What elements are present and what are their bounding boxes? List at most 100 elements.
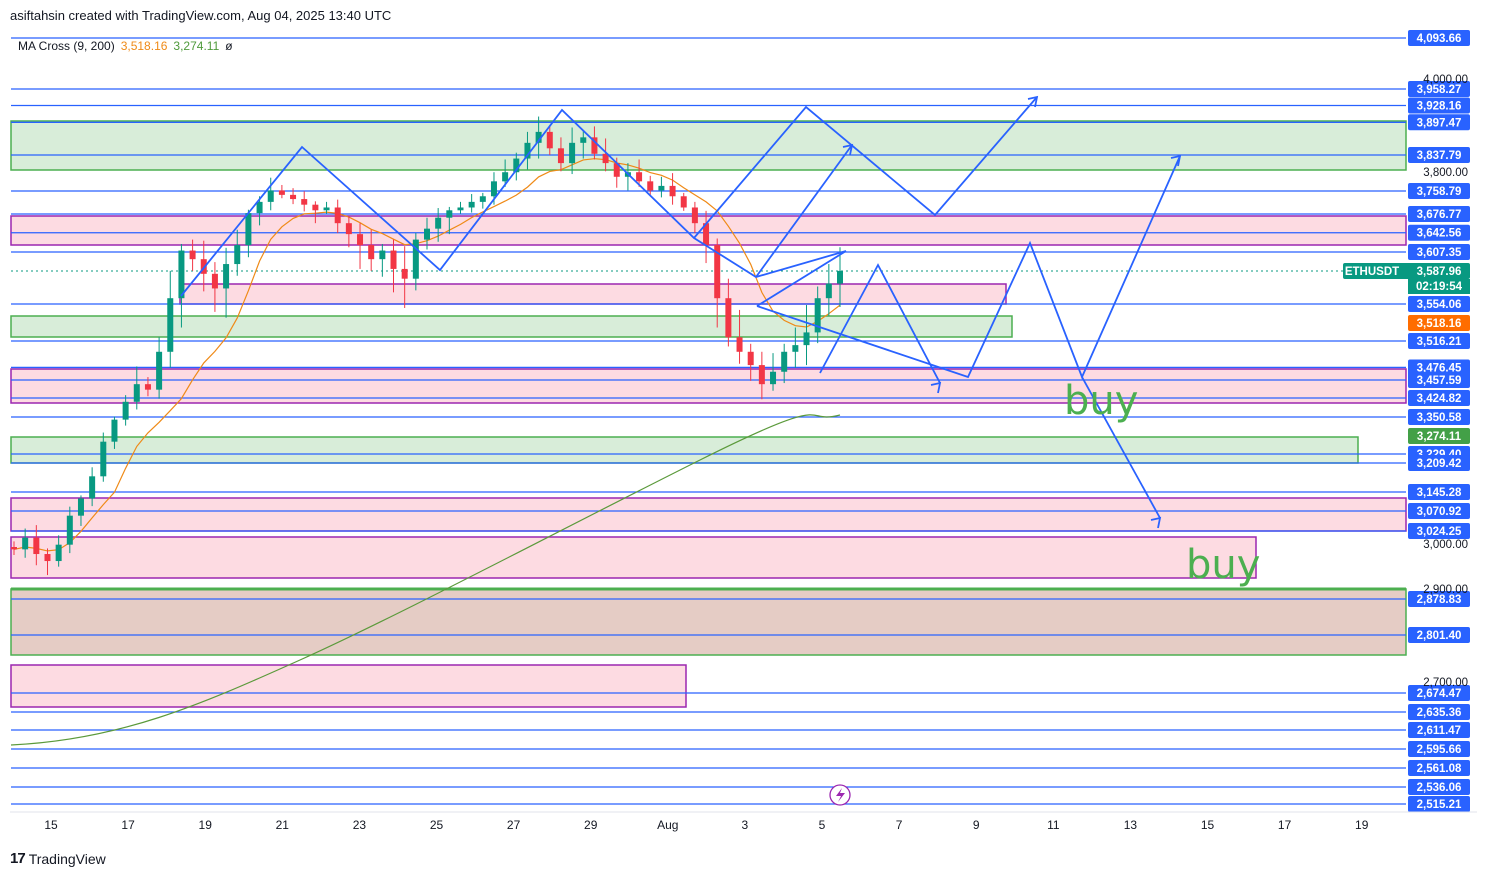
candle-body [301, 199, 308, 205]
x-axis-tick: 29 [584, 818, 598, 832]
candle-body [379, 250, 386, 260]
candle-body [479, 196, 486, 202]
x-axis-tick: 23 [353, 818, 367, 832]
level-label: 4,093.66 [1417, 33, 1462, 45]
x-axis-tick: 13 [1124, 818, 1138, 832]
candle-body [736, 337, 743, 352]
candle-body [647, 181, 654, 191]
zone-green-mid [10, 315, 1013, 338]
zone-pink-2700 [10, 664, 687, 708]
current-price-label: 3,587.96 [1417, 266, 1462, 278]
x-axis-tick: 21 [276, 818, 290, 832]
candle-body [357, 234, 364, 246]
x-axis-tick: 19 [199, 818, 213, 832]
candle-body [256, 201, 263, 214]
candle-body [546, 131, 553, 149]
y-axis-tick: 3,800.00 [1423, 167, 1468, 179]
buy-annotation: buy [1186, 542, 1260, 588]
candle-body [390, 250, 397, 269]
candle-body [167, 298, 174, 352]
candle-body [669, 185, 676, 197]
candle-body [156, 351, 163, 390]
candle-body [758, 365, 765, 385]
candle-body [33, 537, 40, 555]
level-label: 3,350.58 [1417, 412, 1462, 424]
candle-body [680, 196, 687, 208]
candle-body [55, 544, 62, 562]
y-axis-tick: 2,900.00 [1423, 584, 1468, 596]
x-axis-tick: 25 [430, 818, 444, 832]
brand-footer[interactable]: 17 TradingView [10, 850, 106, 867]
level-label: 3,145.28 [1417, 487, 1462, 499]
candle-body [747, 351, 754, 366]
zone-green-low [10, 436, 1359, 464]
candle-body [189, 250, 196, 260]
candle-body [725, 298, 732, 338]
candle-body [89, 476, 96, 499]
price-chart[interactable]: 4,093.663,958.273,928.163,897.473,837.79… [0, 0, 1489, 879]
candle-body [334, 207, 341, 224]
candle-body [323, 207, 330, 211]
candle-body [345, 223, 352, 235]
candle-body [234, 245, 241, 265]
candle-body [770, 371, 777, 385]
level-label: 2,674.47 [1417, 688, 1462, 700]
icons-layer [829, 784, 851, 806]
candle-body [803, 332, 810, 346]
candle-body [11, 547, 17, 550]
level-label: 3,209.42 [1417, 458, 1462, 470]
candle-body [278, 190, 285, 195]
level-label: 3,424.82 [1417, 393, 1462, 405]
candle-body [133, 384, 140, 402]
level-label: 3,837.79 [1417, 150, 1462, 162]
candle-body [144, 384, 151, 390]
level-label: 3,024.25 [1417, 526, 1462, 538]
candle-body [100, 441, 107, 477]
x-axis-tick: 27 [507, 818, 521, 832]
candle-body [312, 204, 319, 211]
candle-body [502, 172, 509, 182]
zones-layer [10, 120, 1407, 708]
candle-body [245, 213, 252, 246]
buy-annotation: buy [1064, 378, 1138, 424]
candle-body [636, 172, 643, 182]
x-axis-tick: 15 [1201, 818, 1215, 832]
level-label: 3,676.77 [1417, 209, 1462, 221]
x-axis-tick: 15 [44, 818, 58, 832]
candle-body [837, 270, 843, 284]
brand-name: TradingView [28, 850, 106, 867]
level-label: 3,457.59 [1417, 375, 1462, 387]
y-axis-tick: 4,000.00 [1423, 74, 1468, 86]
level-label: 2,536.06 [1417, 782, 1462, 794]
candle-body [446, 210, 453, 218]
candle-body [569, 142, 576, 164]
ma-fast-axis-label: 3,518.16 [1417, 318, 1462, 330]
level-label: 3,070.92 [1417, 506, 1462, 518]
level-label: 2,611.47 [1417, 725, 1461, 737]
candle-body [825, 283, 832, 299]
level-label: 2,515.21 [1417, 799, 1462, 811]
candle-body [77, 498, 84, 516]
level-label: 3,607.35 [1417, 247, 1462, 259]
level-label: 3,516.21 [1417, 336, 1462, 348]
x-axis-tick: 7 [896, 818, 903, 832]
candle-body [22, 537, 29, 550]
candle-body [468, 201, 475, 208]
candle-body [457, 207, 464, 211]
zone-green-top [10, 120, 1407, 171]
x-axis-tick: 11 [1047, 818, 1060, 832]
candle-body [792, 345, 799, 352]
candle-body [368, 245, 375, 260]
candle-body [781, 351, 788, 372]
candle-body [211, 273, 218, 289]
level-label: 3,897.47 [1417, 117, 1462, 129]
x-axis-tick: 5 [819, 818, 826, 832]
level-label: 2,801.40 [1417, 630, 1462, 642]
x-axis-tick: 17 [121, 818, 135, 832]
candle-body [691, 207, 698, 224]
candle-body [44, 554, 51, 562]
x-axis-tick: Aug [657, 818, 678, 832]
x-axis-tick: 3 [742, 818, 749, 832]
x-axis-tick: 19 [1355, 818, 1369, 832]
tradingview-logo-icon: 17 [10, 850, 26, 867]
